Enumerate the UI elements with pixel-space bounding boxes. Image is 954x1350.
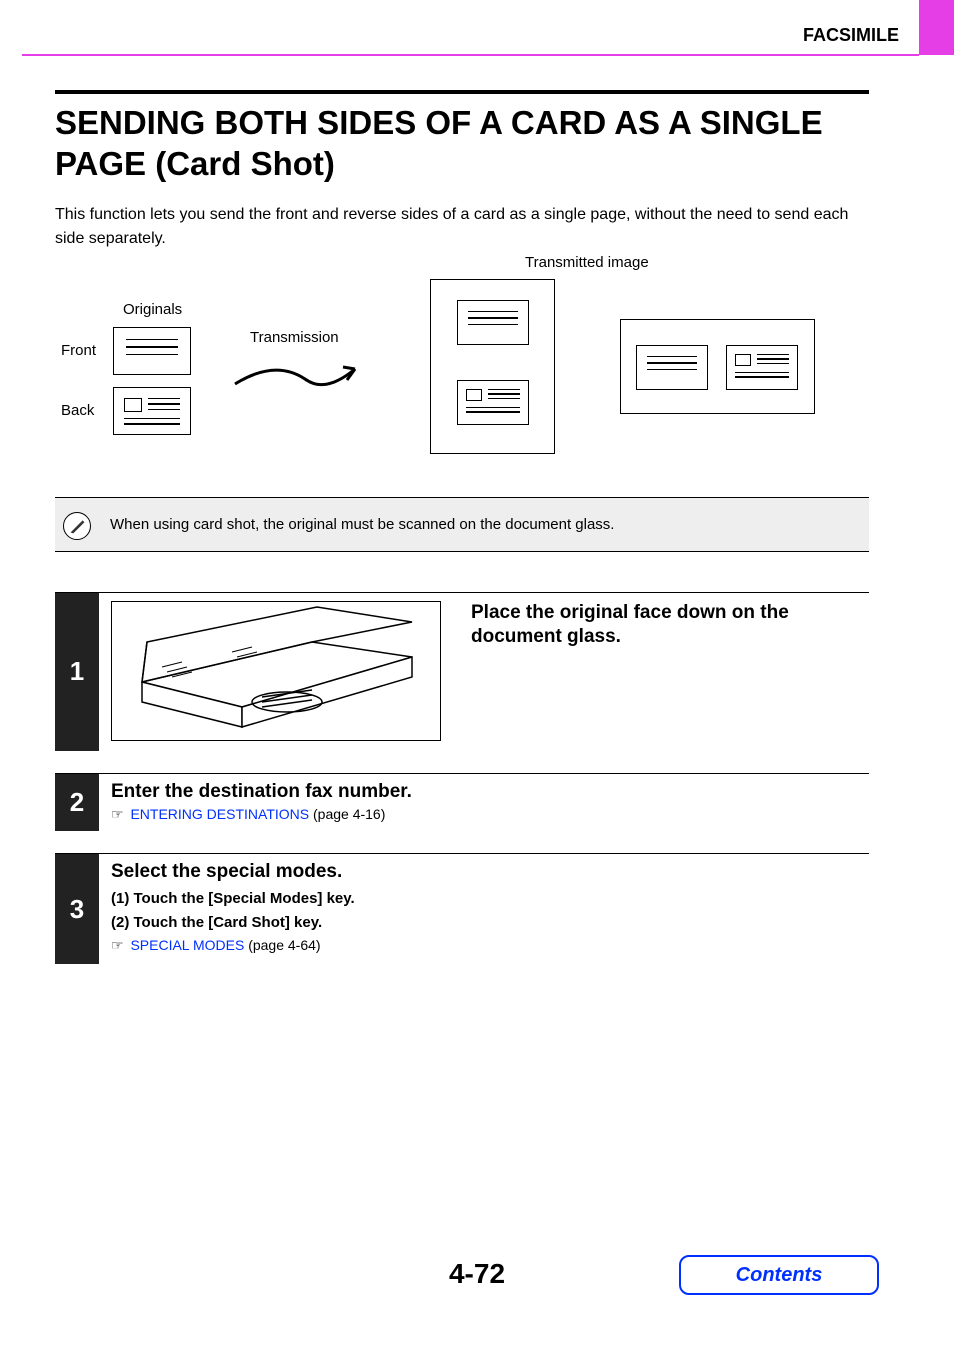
step-heading: Select the special modes.	[111, 860, 869, 885]
substep-1: (1) Touch the [Special Modes] key.	[111, 887, 869, 911]
card-shot-diagram: Originals Front Back Transmission Transm…	[55, 269, 869, 479]
label-back: Back	[61, 402, 94, 419]
link-page-ref: (page 4-64)	[244, 937, 320, 953]
label-transmitted: Transmitted image	[525, 254, 649, 271]
substep-2: (2) Touch the [Card Shot] key.	[111, 911, 869, 935]
card-back-original	[113, 387, 191, 435]
link-special-modes[interactable]: SPECIAL MODES	[130, 937, 244, 953]
step-number: 3	[55, 854, 99, 964]
section-label: FACSIMILE	[803, 25, 899, 46]
title-rule	[55, 90, 869, 94]
step-2: 2 Enter the destination fax number. ☞ EN…	[55, 773, 869, 832]
intro-text: This function lets you send the front an…	[55, 203, 869, 251]
pointer-icon: ☞	[111, 806, 124, 822]
link-row: ☞ SPECIAL MODES (page 4-64)	[111, 937, 869, 954]
note-pencil-icon	[63, 512, 91, 540]
page-title: SENDING BOTH SIDES OF A CARD AS A SINGLE…	[55, 102, 869, 185]
step-1: 1	[55, 592, 869, 751]
step-number: 2	[55, 774, 99, 832]
card-front-original	[113, 327, 191, 375]
note-text: When using card shot, the original must …	[110, 516, 614, 533]
label-transmission: Transmission	[250, 329, 339, 346]
link-row: ☞ ENTERING DESTINATIONS (page 4-16)	[111, 806, 869, 823]
scanner-illustration	[111, 601, 441, 741]
label-front: Front	[61, 342, 96, 359]
link-page-ref: (page 4-16)	[309, 806, 385, 822]
contents-button[interactable]: Contents	[679, 1255, 879, 1295]
step-3: 3 Select the special modes. (1) Touch th…	[55, 853, 869, 964]
step-heading: Enter the destination fax number.	[111, 780, 869, 805]
note-box: When using card shot, the original must …	[55, 497, 869, 552]
link-entering-destinations[interactable]: ENTERING DESTINATIONS	[130, 806, 309, 822]
transmitted-landscape	[620, 319, 815, 414]
step-heading: Place the original face down on the docu…	[471, 601, 869, 650]
page-content: SENDING BOTH SIDES OF A CARD AS A SINGLE…	[55, 90, 869, 964]
label-originals: Originals	[123, 301, 182, 318]
transmitted-portrait	[430, 279, 555, 454]
step-number: 1	[55, 593, 99, 751]
pointer-icon: ☞	[111, 937, 124, 953]
header-rule	[22, 54, 919, 56]
transmission-arrow-icon	[225, 354, 375, 404]
header-accent-bar	[919, 0, 954, 55]
